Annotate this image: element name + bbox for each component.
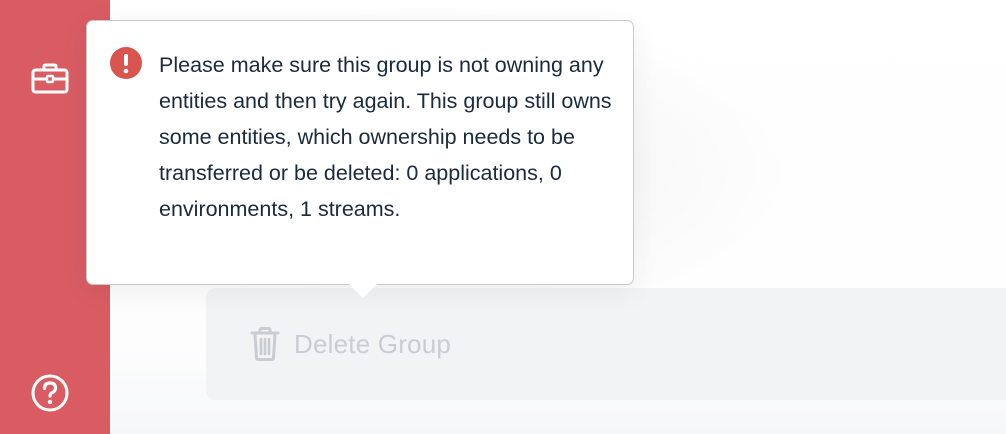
- tooltip-message: Please make sure this group is not ownin…: [159, 53, 612, 221]
- sidebar-item-briefcase[interactable]: [30, 58, 70, 98]
- delete-group-button[interactable]: Delete Group: [250, 324, 451, 364]
- error-tooltip: Please make sure this group is not ownin…: [86, 20, 634, 298]
- briefcase-icon: [31, 63, 69, 94]
- tooltip-arrow: [349, 284, 377, 298]
- delete-group-label: Delete Group: [294, 328, 452, 359]
- error-circle-icon: [110, 47, 142, 79]
- sidebar-item-help[interactable]: [30, 373, 70, 413]
- help-circle-icon: [31, 374, 69, 412]
- delete-group-panel: Delete Group: [206, 288, 1006, 400]
- app-window: Delete Group Please make sure this group…: [0, 0, 1006, 434]
- trash-icon: [250, 327, 280, 361]
